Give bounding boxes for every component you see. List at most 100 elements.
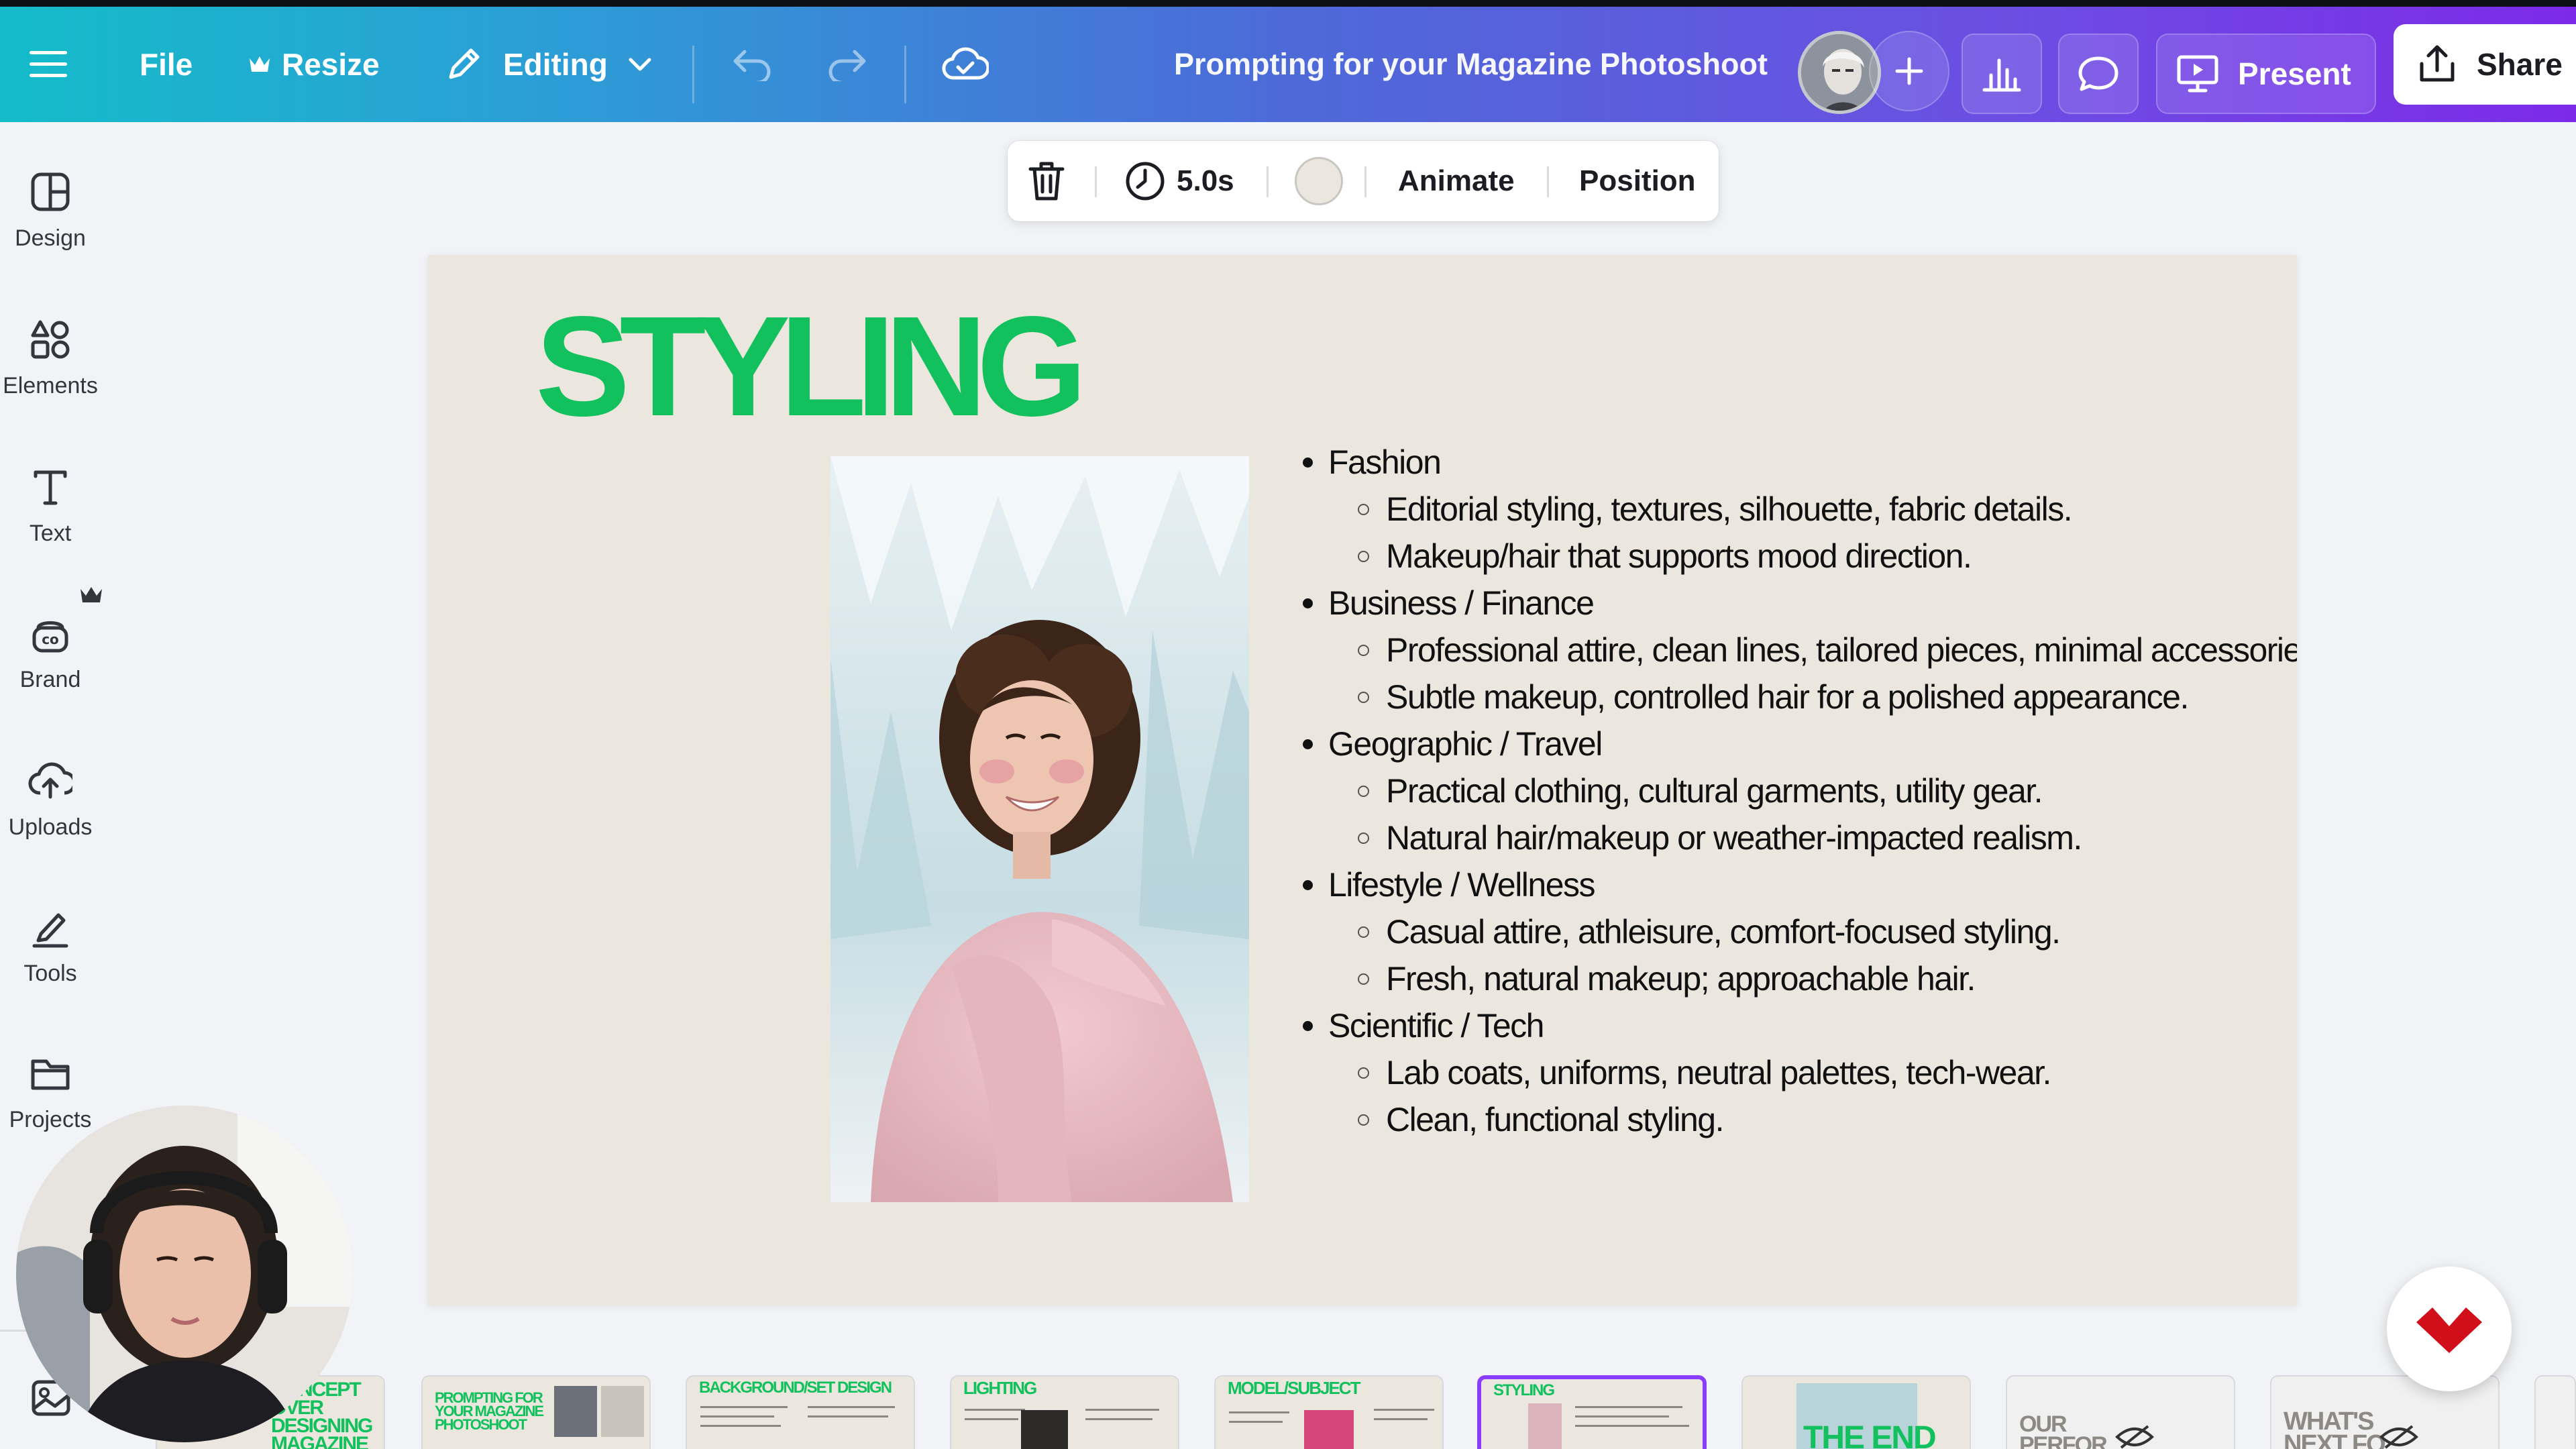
editing-label: Editing — [503, 47, 608, 82]
thumbnail-title: MODEL/SUBJECT — [1228, 1378, 1360, 1398]
element-toolbar: 5.0s Animate Position — [1008, 141, 1719, 221]
model-portrait-image — [830, 456, 1249, 1202]
list-item: Fashion — [1300, 439, 2266, 486]
text-icon — [34, 470, 67, 505]
sidebar-item-brand[interactable]: co Brand — [0, 612, 101, 746]
list-subitem: Makeup/hair that supports mood direction… — [1300, 533, 2266, 580]
page-thumbnail-3[interactable]: BACKGROUND/SET DESIGN — [686, 1375, 915, 1449]
slide-title[interactable]: STYLING — [535, 295, 1087, 437]
list-subitem: Subtle makeup, controlled hair for a pol… — [1300, 674, 2266, 720]
file-menu-button[interactable]: File — [140, 7, 193, 122]
document-title[interactable]: Prompting for your Magazine Photoshoot — [1174, 7, 1768, 122]
list-item: Lifestyle / Wellness — [1300, 861, 2266, 908]
animate-label: Animate — [1398, 164, 1515, 197]
list-subitem: Casual attire, athleisure, comfort-focus… — [1300, 908, 2266, 955]
sidebar-item-elements[interactable]: Elements — [0, 318, 101, 452]
hidden-eye-icon — [2115, 1425, 2154, 1449]
animate-button[interactable]: Animate — [1398, 141, 1515, 221]
page-thumbnail-8[interactable]: OUR PERFOR — [2006, 1375, 2235, 1449]
redo-button[interactable] — [826, 7, 868, 122]
position-label: Position — [1579, 164, 1696, 197]
present-button[interactable]: Present — [2156, 34, 2376, 114]
model-photo[interactable] — [830, 456, 1249, 1202]
share-upload-icon — [2420, 45, 2455, 82]
design-icon — [31, 172, 70, 211]
sidebar-item-label: Design — [15, 225, 86, 251]
trash-icon — [1028, 162, 1065, 201]
page-thumbnail-10[interactable] — [2534, 1375, 2576, 1449]
tools-icon — [32, 913, 68, 948]
crown-icon — [250, 56, 270, 72]
toolbar-divider — [1364, 166, 1366, 197]
toolbar-divider — [1547, 166, 1549, 197]
color-swatch-button[interactable] — [1295, 141, 1343, 221]
comments-button[interactable] — [2058, 34, 2139, 114]
svg-text:co: co — [42, 631, 59, 647]
resize-button[interactable]: Resize — [248, 7, 380, 122]
present-label: Present — [2238, 56, 2351, 91]
duration-button[interactable]: 5.0s — [1124, 141, 1234, 221]
list-subitem: Editorial styling, textures, silhouette,… — [1300, 486, 2266, 533]
floating-app-button[interactable] — [2387, 1267, 2512, 1391]
redo-icon — [828, 50, 866, 81]
thumbnail-photo — [1528, 1403, 1562, 1449]
page-thumbnail-5[interactable]: MODEL/SUBJECT — [1214, 1375, 1444, 1449]
page-thumbnail-6[interactable]: STYLING — [1477, 1375, 1707, 1449]
brand-icon: co — [32, 621, 68, 653]
sidebar-item-tools[interactable]: Tools — [0, 906, 101, 1040]
sidebar-item-design[interactable]: Design — [0, 170, 101, 305]
projects-icon — [31, 1059, 70, 1090]
position-button[interactable]: Position — [1579, 141, 1696, 221]
hamburger-menu-icon — [30, 51, 67, 77]
duration-label: 5.0s — [1177, 164, 1234, 197]
thumbnail-title: PROMPTING FOR YOUR MAGAZINE PHOTOSHOOT — [435, 1389, 544, 1433]
sidebar-item-label: Text — [29, 521, 72, 546]
page-thumbnail-2[interactable]: PROMPTING FOR YOUR MAGAZINE PHOTOSHOOT — [421, 1375, 651, 1449]
sidebar-item-label: Projects — [9, 1107, 92, 1132]
resize-label: Resize — [282, 47, 380, 82]
top-bar: File Resize Editing Prompting for your M… — [0, 7, 2576, 122]
thumbnail-photo — [554, 1386, 597, 1437]
hidden-eye-icon — [2379, 1425, 2418, 1449]
presenter-video-image — [16, 1106, 353, 1442]
page-thumbnail-strip: CONCEPT OVER DESIGNING MAGAZINE PROMPTIN… — [0, 1368, 2576, 1449]
canva-editor: File Resize Editing Prompting for your M… — [0, 0, 2576, 1449]
editing-mode-dropdown[interactable]: Editing — [444, 7, 652, 122]
clock-icon — [1126, 162, 1165, 201]
elements-icon — [31, 320, 70, 359]
sidebar-item-label: Tools — [23, 961, 77, 986]
brand-logo-icon — [2416, 1307, 2482, 1353]
list-subitem: Natural hair/makeup or weather-impacted … — [1300, 814, 2266, 861]
list-subitem: Fresh, natural makeup; approachable hair… — [1300, 955, 2266, 1002]
thumbnail-photo — [1304, 1410, 1354, 1449]
thumbnail-title: LIGHTING — [963, 1378, 1037, 1398]
list-item: Geographic / Travel — [1300, 720, 2266, 767]
save-status-button[interactable] — [942, 7, 989, 122]
insights-button[interactable] — [1962, 34, 2042, 114]
thumbnail-photo — [601, 1386, 644, 1437]
styling-bullet-list[interactable]: Fashion Editorial styling, textures, sil… — [1300, 439, 2297, 1143]
slide-canvas[interactable]: STYLING Fashion Editorial styling, textu… — [428, 255, 2297, 1305]
undo-button[interactable] — [731, 7, 773, 122]
delete-button[interactable] — [1028, 141, 1065, 221]
menu-button[interactable] — [30, 7, 67, 122]
share-label: Share — [2477, 47, 2563, 82]
list-subitem: Clean, functional styling. — [1300, 1096, 2266, 1143]
page-thumbnail-7[interactable]: THE END — [1741, 1375, 1971, 1449]
bar-chart-icon — [1982, 58, 2021, 92]
undo-icon — [733, 50, 771, 81]
comment-icon — [2078, 56, 2118, 91]
sidebar-item-uploads[interactable]: Uploads — [0, 759, 101, 894]
thumbnail-photo — [1021, 1410, 1068, 1449]
sidebar-item-text[interactable]: Text — [0, 466, 101, 600]
page-thumbnail-4[interactable]: LIGHTING — [950, 1375, 1179, 1449]
uploads-icon — [28, 762, 72, 799]
premium-crown-icon — [80, 587, 102, 602]
share-button[interactable]: Share — [2394, 24, 2576, 105]
sidebar-item-label: Elements — [3, 373, 98, 398]
pencil-icon — [449, 48, 480, 79]
file-menu-label: File — [140, 47, 193, 82]
chevron-down-icon — [629, 58, 651, 71]
add-collaborator-button[interactable] — [1869, 31, 1949, 111]
toolbar-divider — [692, 46, 694, 103]
